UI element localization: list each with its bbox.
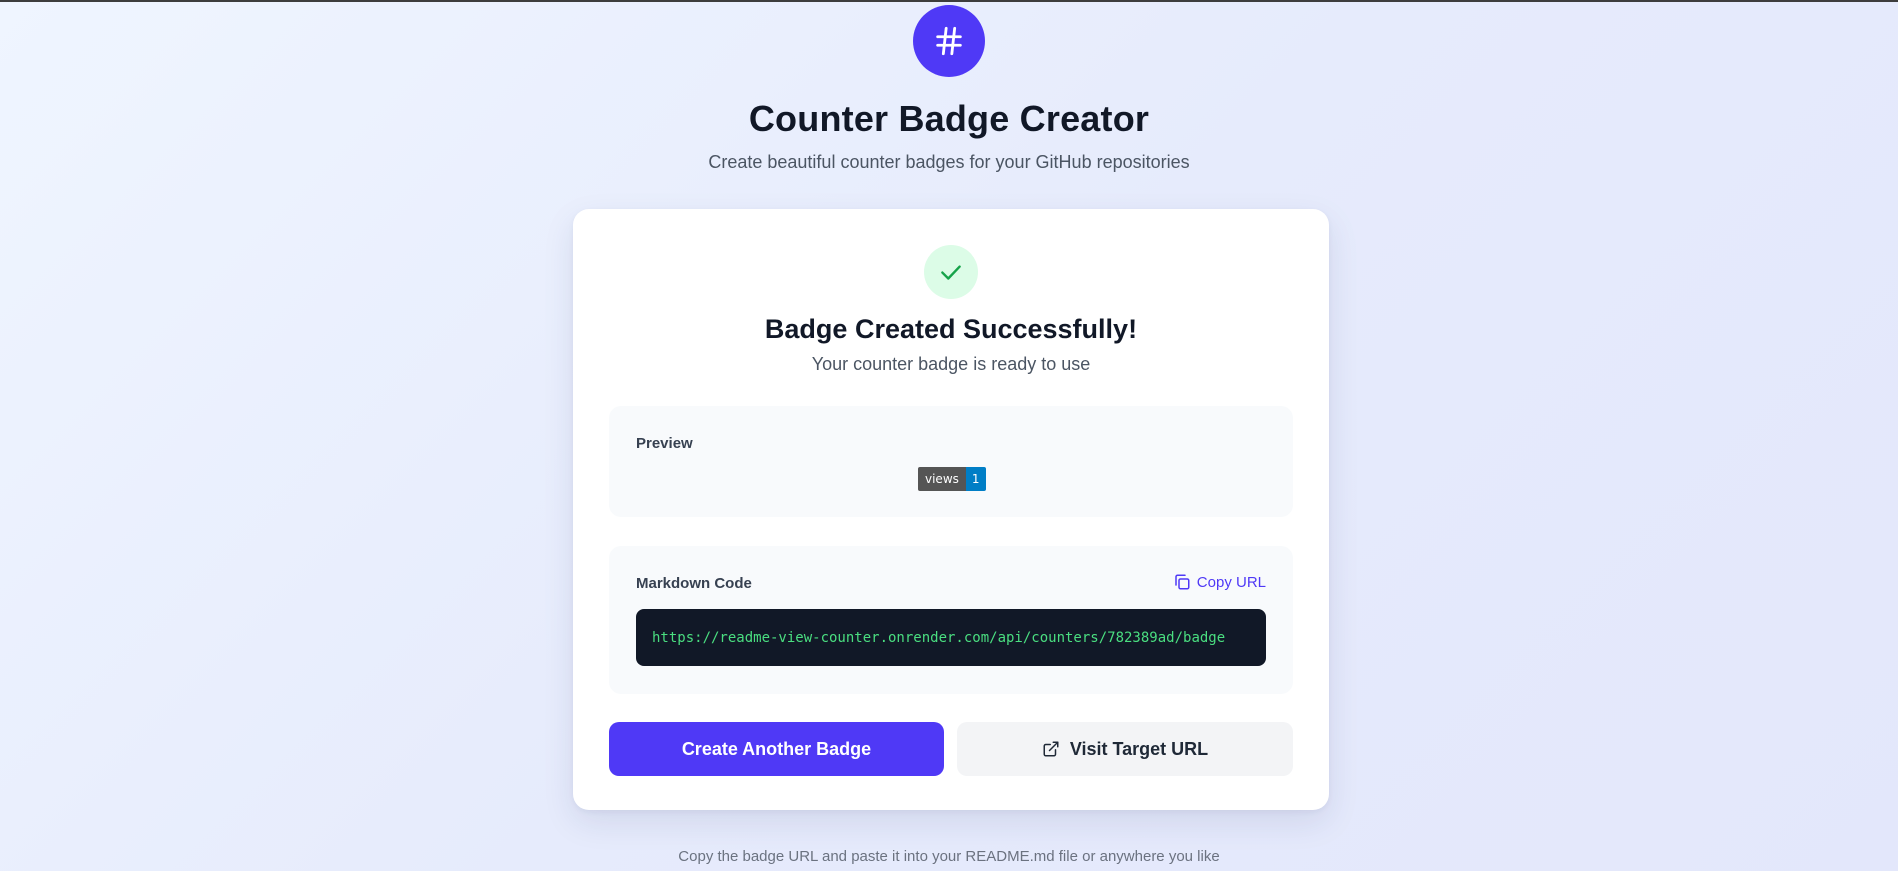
badge-preview: views 1: [918, 467, 986, 491]
visit-target-url-button[interactable]: Visit Target URL: [957, 722, 1293, 776]
page-title: Counter Badge Creator: [748, 98, 1150, 139]
result-card: Badge Created Successfully! Your counter…: [573, 209, 1329, 810]
external-link-icon: [1043, 741, 1059, 757]
badge-url-code[interactable]: https://readme-view-counter.onrender.com…: [636, 609, 1266, 666]
copy-url-label: Copy URL: [1196, 573, 1266, 591]
logo: [913, 5, 985, 77]
footer-note: Copy the badge URL and paste it into you…: [678, 848, 1220, 865]
header: Counter Badge Creator Create beautiful c…: [0, 2, 1898, 173]
preview-panel: Preview views 1: [609, 406, 1293, 517]
visit-target-url-label: Visit Target URL: [1069, 738, 1209, 759]
check-icon: [941, 265, 961, 280]
success-indicator: [924, 245, 978, 299]
create-another-badge-button[interactable]: Create Another Badge: [609, 722, 944, 776]
page-subtitle: Create beautiful counter badges for your…: [708, 152, 1190, 172]
success-subtitle: Your counter badge is ready to use: [811, 354, 1091, 374]
preview-label: Preview: [636, 435, 693, 452]
copy-url-button[interactable]: Copy URL: [1173, 573, 1266, 591]
hash-icon: [936, 26, 962, 56]
markdown-panel: Markdown Code Copy URL https://readme-vi…: [609, 546, 1293, 694]
copy-icon: [1175, 574, 1190, 590]
markdown-label: Markdown Code: [636, 575, 752, 592]
badge-label: views: [918, 467, 966, 491]
badge-count: 1: [965, 467, 986, 491]
success-title: Badge Created Successfully!: [764, 314, 1138, 344]
